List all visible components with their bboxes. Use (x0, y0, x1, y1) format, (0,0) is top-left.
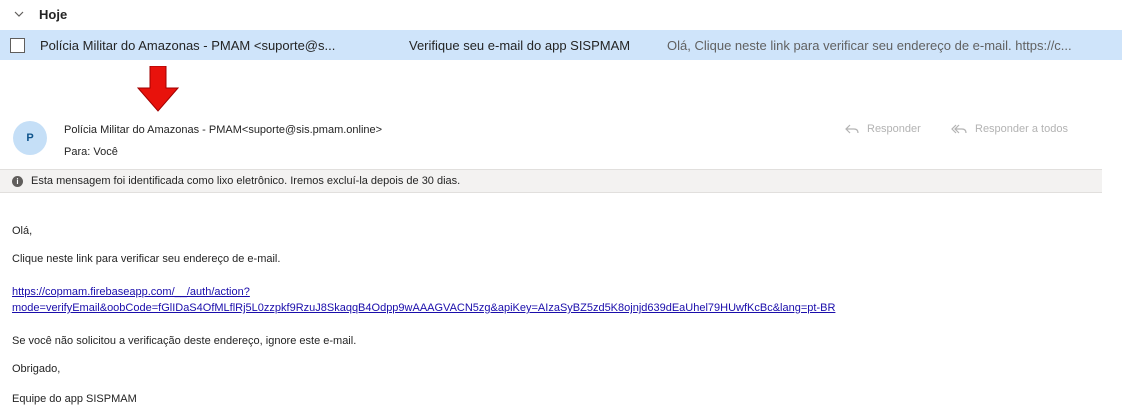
reply-label: Responder (867, 123, 921, 135)
arrow-down-icon (137, 66, 179, 112)
junk-notice: Esta mensagem foi identificada como lixo… (31, 175, 461, 187)
reply-icon (845, 124, 859, 134)
junk-banner: i Esta mensagem foi identificada como li… (0, 169, 1102, 193)
body-greeting: Olá, (12, 225, 33, 237)
group-header-today[interactable]: Hoje (0, 0, 1122, 28)
body-ignore-note: Se você não solicitou a verificação dest… (12, 335, 357, 347)
avatar-initial: P (26, 132, 34, 144)
body-thanks: Obrigado, (12, 363, 61, 375)
body-instruction: Clique neste link para verificar seu end… (12, 253, 281, 265)
row-preview: Olá, Clique neste link para verificar se… (667, 38, 1072, 53)
row-checkbox[interactable] (10, 37, 25, 53)
reply-all-label: Responder a todos (975, 123, 1068, 135)
body-signature: Equipe do app SISPMAM (12, 393, 137, 405)
message-list-item[interactable]: Polícia Militar do Amazonas - PMAM <supo… (0, 30, 1122, 60)
reply-all-button[interactable]: Responder a todos (951, 123, 1068, 135)
chevron-down-icon[interactable] (13, 8, 25, 20)
row-subject: Verifique seu e-mail do app SISPMAM (409, 38, 631, 53)
info-icon: i (12, 175, 23, 187)
verify-link-line1[interactable]: https://copmam.firebaseapp.com/__/auth/a… (12, 286, 250, 298)
reply-button[interactable]: Responder (845, 123, 921, 135)
recipient-to: Para: Você (64, 146, 118, 158)
row-sender: Polícia Militar do Amazonas - PMAM <supo… (40, 38, 336, 53)
verify-link-line2[interactable]: mode=verifyEmail&oobCode=fGlIDaS4OfMLflR… (12, 302, 835, 314)
reply-all-icon (951, 124, 967, 134)
group-title: Hoje (39, 6, 68, 22)
sender-from[interactable]: Polícia Militar do Amazonas - PMAM<supor… (64, 124, 382, 136)
avatar[interactable]: P (13, 121, 47, 155)
